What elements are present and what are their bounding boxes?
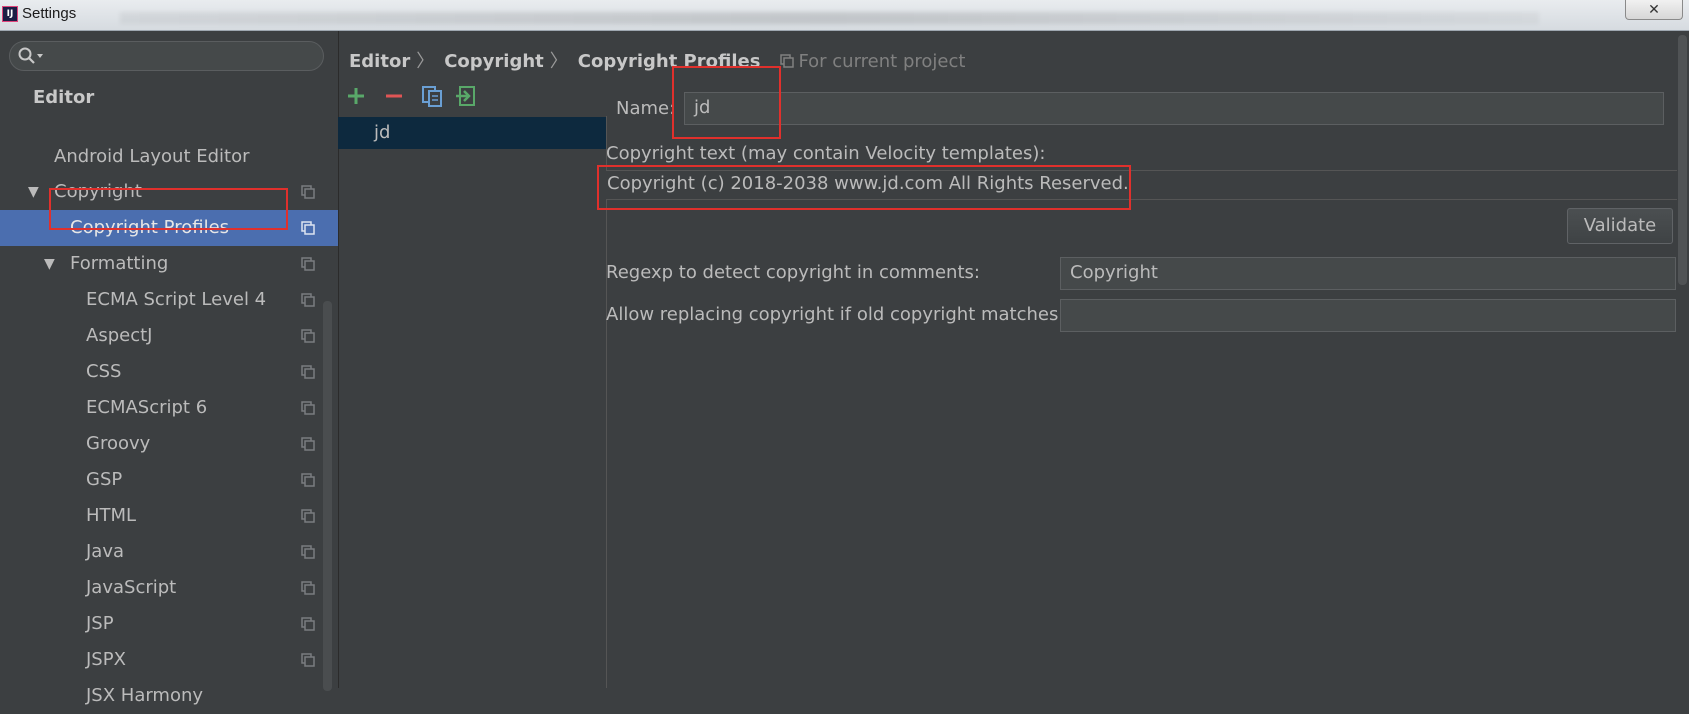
name-label: Name: — [616, 98, 676, 119]
sidebar-item-android-layout-editor[interactable]: Android Layout Editor — [0, 139, 338, 175]
sidebar-item-groovy[interactable]: Groovy — [0, 426, 338, 462]
sidebar-item-javascript[interactable]: JavaScript — [0, 570, 338, 606]
sidebar-item-jspx[interactable]: JSPX — [0, 642, 338, 678]
project-scope-icon — [301, 365, 315, 379]
project-scope-icon — [301, 653, 315, 667]
sidebar-item-label: Copyright — [54, 181, 142, 202]
import-icon[interactable] — [454, 84, 478, 108]
sidebar-item-ecma-script-level-4[interactable]: ECMA Script Level 4 — [0, 282, 338, 318]
allow-replace-field[interactable] — [1060, 299, 1676, 332]
close-button[interactable]: ✕ — [1625, 0, 1683, 20]
sidebar-item-label: Android Layout Editor — [54, 146, 250, 167]
project-scope-icon — [301, 581, 315, 595]
project-scope-icon — [301, 293, 315, 307]
breadcrumb-separator: 〉 — [549, 51, 568, 72]
sidebar-item-aspectj[interactable]: AspectJ — [0, 318, 338, 354]
profiles-list: jd — [338, 116, 607, 688]
copyright-text-editor[interactable]: Copyright (c) 2018-2038 www.jd.com All R… — [606, 170, 1677, 200]
sidebar-item-label: JSP — [86, 613, 114, 634]
sidebar-item-jsp[interactable]: JSP — [0, 606, 338, 642]
regexp-field[interactable]: Copyright — [1060, 257, 1676, 290]
sidebar-item-label: JavaScript — [86, 577, 177, 598]
sidebar-item-label: Copyright Profiles — [70, 217, 230, 238]
breadcrumb-editor: Editor — [349, 51, 411, 72]
sidebar-item-label: CSS — [86, 361, 122, 382]
section-title-editor: Editor — [33, 87, 95, 108]
sidebar-item-label: ECMA Script Level 4 — [86, 289, 267, 310]
profile-editor: Name: jd Copyright text (may contain Vel… — [606, 74, 1689, 688]
expand-arrow-icon[interactable]: ▼ — [44, 246, 55, 282]
intellij-icon: IJ — [2, 6, 18, 22]
allow-replace-label: Allow replacing copyright if old copyrig… — [606, 304, 1065, 325]
project-scope-icon — [301, 437, 315, 451]
project-scope-icon — [301, 257, 315, 271]
sidebar-item-label: JSPX — [86, 649, 126, 670]
window-title: Settings — [22, 5, 77, 22]
sidebar-item-copyright-profiles[interactable]: Copyright Profiles — [0, 210, 338, 246]
sidebar-item-label: JSX Harmony — [86, 685, 204, 706]
remove-icon[interactable] — [382, 84, 406, 108]
project-scope-icon — [301, 473, 315, 487]
validate-button[interactable]: Validate — [1567, 208, 1673, 244]
sidebar-item-java[interactable]: Java — [0, 534, 338, 570]
project-scope-icon — [301, 221, 315, 235]
sidebar-item-formatting[interactable]: ▼ Formatting — [0, 246, 338, 282]
sidebar-item-gsp[interactable]: GSP — [0, 462, 338, 498]
profile-name: jd — [374, 122, 391, 143]
settings-sidebar: Editor Android Layout Editor ▼ Copyright… — [0, 31, 339, 706]
breadcrumb-copyright-profiles: Copyright Profiles — [577, 51, 761, 72]
scope-label: For current project — [798, 51, 966, 72]
title-bar-background — [120, 12, 1539, 24]
regexp-label: Regexp to detect copyright in comments: — [606, 262, 980, 283]
search-input[interactable] — [9, 41, 324, 71]
list-item-profile-jd[interactable]: jd — [338, 117, 606, 149]
sidebar-item-ecmascript-6[interactable]: ECMAScript 6 — [0, 390, 338, 426]
project-scope-icon — [301, 401, 315, 415]
editor-scrollbar[interactable] — [1678, 35, 1687, 285]
title-bar: IJ Settings ✕ — [0, 0, 1689, 31]
sidebar-item-css[interactable]: CSS — [0, 354, 338, 390]
sidebar-item-label: Groovy — [86, 433, 151, 454]
sidebar-item-copyright[interactable]: ▼ Copyright — [0, 174, 338, 210]
sidebar-item-label: HTML — [86, 505, 137, 526]
project-scope-icon — [301, 329, 315, 343]
project-scope-icon — [301, 617, 315, 631]
sidebar-item-html[interactable]: HTML — [0, 498, 338, 534]
project-scope-icon — [301, 545, 315, 559]
sidebar-scrollbar[interactable] — [323, 301, 332, 691]
project-scope-icon — [780, 54, 795, 68]
sidebar-item-label: Java — [86, 541, 125, 562]
project-scope-icon — [301, 509, 315, 523]
sidebar-item-label: AspectJ — [86, 325, 153, 346]
sidebar-item-label: GSP — [86, 469, 123, 490]
close-icon: ✕ — [1648, 1, 1660, 17]
breadcrumb-separator: 〉 — [416, 51, 435, 72]
sidebar-item-jsx-harmony[interactable]: JSX Harmony — [0, 678, 338, 706]
sidebar-item-label: Formatting — [70, 253, 169, 274]
sidebar-item-label: ECMAScript 6 — [86, 397, 208, 418]
name-field[interactable]: jd — [684, 92, 1664, 125]
breadcrumb-copyright: Copyright — [444, 51, 544, 72]
copyright-text-label: Copyright text (may contain Velocity tem… — [606, 143, 1046, 164]
search-icon — [18, 47, 43, 64]
project-scope-icon — [301, 185, 315, 199]
expand-arrow-icon[interactable]: ▼ — [28, 174, 39, 210]
breadcrumb: Editor 〉 Copyright 〉 Copyright Profiles For c… — [349, 47, 971, 73]
copy-icon[interactable] — [420, 84, 444, 108]
add-icon[interactable] — [344, 84, 368, 108]
